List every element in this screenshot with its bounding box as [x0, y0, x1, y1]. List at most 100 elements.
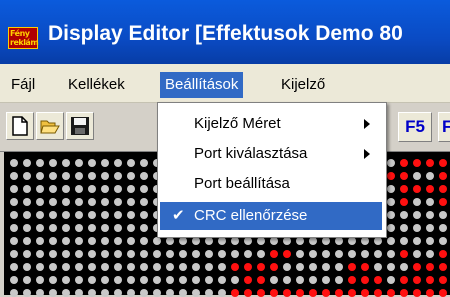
led-off[interactable] [114, 172, 122, 180]
led-off[interactable] [166, 289, 174, 297]
led-off[interactable] [127, 185, 135, 193]
led-off[interactable] [140, 172, 148, 180]
led-off[interactable] [335, 263, 343, 271]
led-off[interactable] [88, 185, 96, 193]
led-off[interactable] [426, 172, 434, 180]
led-off[interactable] [127, 276, 135, 284]
led-off[interactable] [23, 224, 31, 232]
led-off[interactable] [439, 237, 447, 245]
led-off[interactable] [140, 237, 148, 245]
led-on[interactable] [439, 289, 447, 297]
led-off[interactable] [49, 276, 57, 284]
led-off[interactable] [10, 198, 18, 206]
led-off[interactable] [10, 185, 18, 193]
led-on[interactable] [413, 159, 421, 167]
led-off[interactable] [10, 276, 18, 284]
led-on[interactable] [361, 276, 369, 284]
led-on[interactable] [439, 198, 447, 206]
led-on[interactable] [335, 289, 343, 297]
led-on[interactable] [257, 289, 265, 297]
led-off[interactable] [166, 263, 174, 271]
led-off[interactable] [114, 185, 122, 193]
led-on[interactable] [413, 289, 421, 297]
led-off[interactable] [179, 289, 187, 297]
led-off[interactable] [387, 198, 395, 206]
led-off[interactable] [10, 289, 18, 297]
led-off[interactable] [75, 237, 83, 245]
led-on[interactable] [270, 250, 278, 258]
led-on[interactable] [257, 276, 265, 284]
led-on[interactable] [439, 172, 447, 180]
led-off[interactable] [101, 185, 109, 193]
f6-button[interactable]: F [438, 112, 450, 142]
led-off[interactable] [166, 237, 174, 245]
led-off[interactable] [23, 237, 31, 245]
led-off[interactable] [296, 250, 304, 258]
led-off[interactable] [23, 211, 31, 219]
led-off[interactable] [101, 289, 109, 297]
led-off[interactable] [387, 185, 395, 193]
led-off[interactable] [23, 263, 31, 271]
led-off[interactable] [140, 276, 148, 284]
led-off[interactable] [413, 211, 421, 219]
led-off[interactable] [400, 263, 408, 271]
led-off[interactable] [309, 237, 317, 245]
led-on[interactable] [374, 276, 382, 284]
led-on[interactable] [426, 263, 434, 271]
led-off[interactable] [426, 250, 434, 258]
led-off[interactable] [49, 289, 57, 297]
led-on[interactable] [231, 289, 239, 297]
menu-beallitasok[interactable]: Beállítások [160, 72, 244, 98]
led-off[interactable] [127, 263, 135, 271]
led-off[interactable] [218, 237, 226, 245]
led-off[interactable] [153, 289, 161, 297]
led-off[interactable] [426, 211, 434, 219]
menu-kellekek[interactable]: Kellékek [63, 72, 130, 98]
led-off[interactable] [179, 237, 187, 245]
led-off[interactable] [192, 276, 200, 284]
led-off[interactable] [127, 198, 135, 206]
led-off[interactable] [257, 250, 265, 258]
led-on[interactable] [400, 185, 408, 193]
led-off[interactable] [374, 263, 382, 271]
led-off[interactable] [179, 250, 187, 258]
led-off[interactable] [127, 289, 135, 297]
led-off[interactable] [179, 263, 187, 271]
led-off[interactable] [62, 185, 70, 193]
led-on[interactable] [374, 289, 382, 297]
led-off[interactable] [114, 211, 122, 219]
led-off[interactable] [10, 237, 18, 245]
led-off[interactable] [36, 211, 44, 219]
led-off[interactable] [88, 211, 96, 219]
f5-button[interactable]: F5 [398, 112, 432, 142]
led-off[interactable] [140, 211, 148, 219]
led-off[interactable] [283, 263, 291, 271]
menu-item-port-settings[interactable]: Port beállítása [160, 170, 382, 198]
led-off[interactable] [140, 263, 148, 271]
led-off[interactable] [387, 263, 395, 271]
led-off[interactable] [140, 198, 148, 206]
led-on[interactable] [439, 263, 447, 271]
led-off[interactable] [36, 276, 44, 284]
led-on[interactable] [244, 289, 252, 297]
led-off[interactable] [270, 276, 278, 284]
led-off[interactable] [244, 250, 252, 258]
led-off[interactable] [75, 185, 83, 193]
led-off[interactable] [88, 159, 96, 167]
led-off[interactable] [127, 224, 135, 232]
led-off[interactable] [309, 276, 317, 284]
led-off[interactable] [10, 224, 18, 232]
led-off[interactable] [75, 250, 83, 258]
led-off[interactable] [10, 250, 18, 258]
led-off[interactable] [387, 211, 395, 219]
led-off[interactable] [127, 250, 135, 258]
led-off[interactable] [114, 276, 122, 284]
led-off[interactable] [283, 237, 291, 245]
led-off[interactable] [140, 250, 148, 258]
led-off[interactable] [49, 224, 57, 232]
led-on[interactable] [348, 263, 356, 271]
led-off[interactable] [49, 250, 57, 258]
led-off[interactable] [88, 250, 96, 258]
led-on[interactable] [413, 263, 421, 271]
led-off[interactable] [218, 276, 226, 284]
